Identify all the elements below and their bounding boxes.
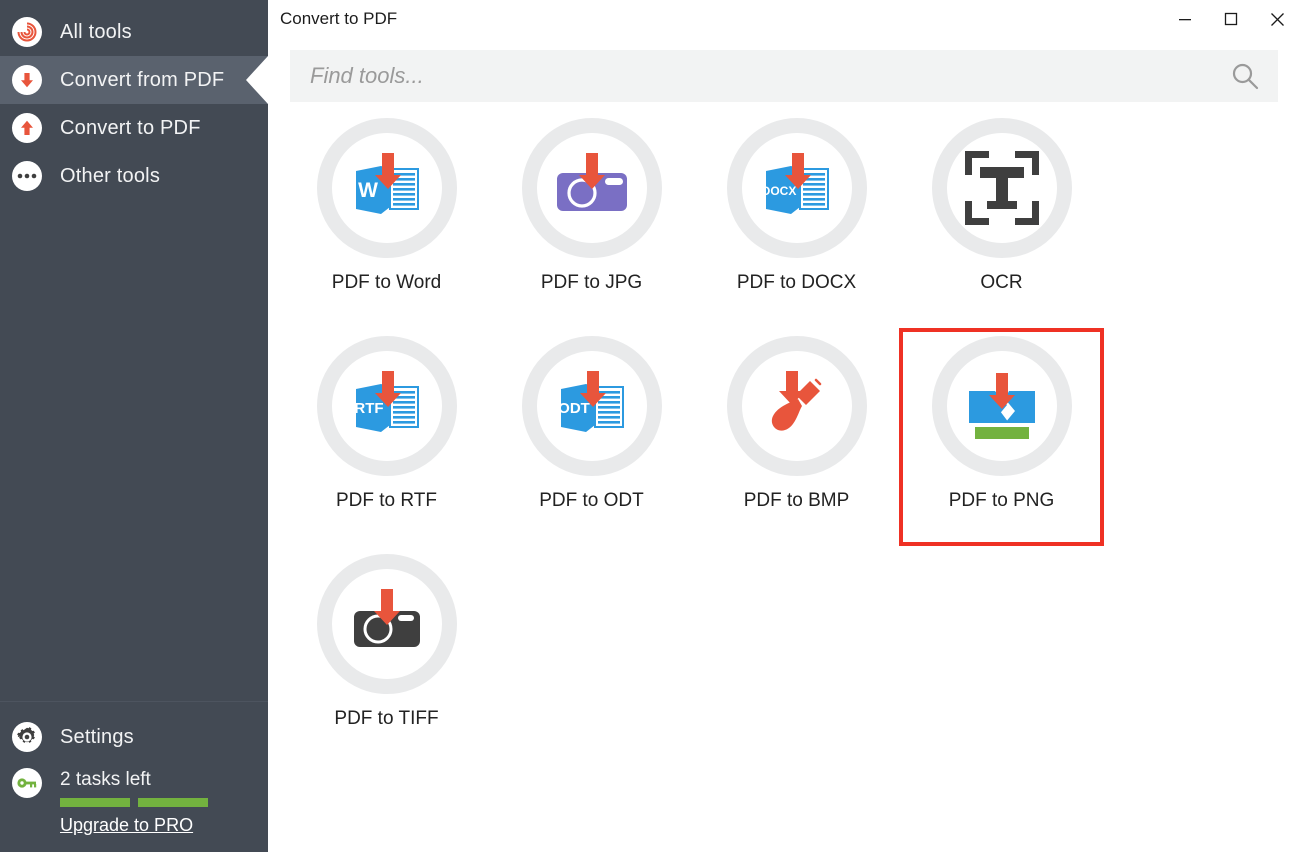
progress-segment [60, 798, 130, 807]
tools-grid: W PDF to Word PDF to JPG DOCX PDF to DOC… [268, 102, 1300, 852]
tool-tile-pdf-to-odt[interactable]: ODT PDF to ODT [489, 328, 694, 546]
tool-tile-pdf-to-jpg[interactable]: PDF to JPG [489, 110, 694, 328]
tool-icon-ring: DOCX [726, 118, 867, 258]
sidebar-item-settings[interactable]: Settings [0, 714, 268, 760]
upgrade-to-pro-link[interactable]: Upgrade to PRO [60, 815, 208, 836]
sidebar-item-label: Convert from PDF [60, 68, 225, 91]
tool-icon-ring [931, 336, 1072, 476]
tool-label: PDF to RTF [336, 490, 437, 511]
tasks-progress-bar [60, 798, 208, 807]
key-icon [12, 768, 42, 798]
tool-label: PDF to Word [331, 272, 442, 293]
active-pointer [246, 56, 268, 104]
tasks-text: 2 tasks left Upgrade to PRO [60, 768, 208, 836]
tool-icon-ring [316, 554, 457, 694]
close-button[interactable] [1254, 0, 1300, 38]
tool-tile-pdf-to-bmp[interactable]: PDF to BMP [694, 328, 899, 546]
svg-text:W: W [358, 179, 378, 202]
sidebar-nav: All tools Convert from PDF Convert to PD… [0, 0, 268, 200]
pdf-to-tiff-icon [344, 581, 430, 667]
main-panel: Convert to PDF Find tools... W PDF to Wo… [268, 0, 1300, 852]
window-controls [1162, 0, 1300, 38]
tool-tile-pdf-to-png[interactable]: PDF to PNG [899, 328, 1104, 546]
tool-label: PDF to PNG [948, 490, 1055, 511]
minimize-button[interactable] [1162, 0, 1208, 38]
arrow-down-icon [12, 65, 42, 95]
pdf-to-bmp-icon [754, 363, 840, 449]
sidebar-item-label: Convert to PDF [60, 116, 201, 139]
search-section [268, 38, 1300, 102]
ocr-icon [963, 149, 1041, 227]
sidebar: All tools Convert from PDF Convert to PD… [0, 0, 268, 852]
pdf-to-odt-icon: ODT [549, 363, 635, 449]
tool-icon-ring: ODT [521, 336, 662, 476]
window-title: Convert to PDF [280, 9, 398, 28]
tasks-section: 2 tasks left Upgrade to PRO [0, 768, 268, 836]
sidebar-item-label: Other tools [60, 164, 161, 187]
pdf-to-docx-icon: DOCX [754, 145, 840, 231]
tool-label: PDF to TIFF [334, 708, 439, 729]
tool-label: PDF to ODT [539, 490, 644, 511]
progress-segment [138, 798, 208, 807]
sidebar-item-other-tools[interactable]: Other tools [0, 152, 268, 200]
tool-label: PDF to JPG [540, 272, 643, 293]
pdf-to-png-icon [959, 363, 1045, 449]
tool-icon-ring: RTF [316, 336, 457, 476]
arrow-up-icon [12, 113, 42, 143]
tool-tile-pdf-to-rtf[interactable]: RTF PDF to RTF [284, 328, 489, 546]
tool-tile-pdf-to-tiff[interactable]: PDF to TIFF [284, 546, 489, 764]
tool-icon-ring [931, 118, 1072, 258]
sidebar-footer: Settings 2 tasks left Upgrade to PRO [0, 701, 268, 852]
title-bar: Convert to PDF [268, 0, 1300, 38]
tool-tile-ocr[interactable]: OCR [899, 110, 1104, 328]
tool-label: OCR [980, 272, 1023, 293]
pdf-to-rtf-icon: RTF [344, 363, 430, 449]
maximize-button[interactable] [1208, 0, 1254, 38]
search-input[interactable] [310, 63, 1230, 89]
tool-label: PDF to BMP [743, 490, 850, 511]
search-bar[interactable] [290, 50, 1278, 102]
pdf-to-jpg-icon [549, 145, 635, 231]
tool-icon-ring: W [316, 118, 457, 258]
tasks-left-label: 2 tasks left [60, 769, 151, 790]
gear-icon [12, 722, 42, 752]
svg-text:RTF: RTF [354, 400, 383, 417]
svg-text:DOCX: DOCX [761, 184, 796, 198]
spiral-icon [12, 17, 42, 47]
svg-text:ODT: ODT [558, 400, 590, 417]
tool-label: PDF to DOCX [736, 272, 857, 293]
ellipsis-icon [12, 161, 42, 191]
sidebar-item-label: All tools [60, 20, 132, 43]
sidebar-item-all-tools[interactable]: All tools [0, 8, 268, 56]
tool-tile-pdf-to-word[interactable]: W PDF to Word [284, 110, 489, 328]
tool-icon-ring [726, 336, 867, 476]
settings-label: Settings [60, 725, 134, 748]
pdf-to-word-icon: W [344, 145, 430, 231]
sidebar-item-convert-from-pdf[interactable]: Convert from PDF [0, 56, 268, 104]
search-icon[interactable] [1230, 61, 1260, 91]
application-window: All tools Convert from PDF Convert to PD… [0, 0, 1300, 852]
sidebar-item-convert-to-pdf[interactable]: Convert to PDF [0, 104, 268, 152]
tool-tile-pdf-to-docx[interactable]: DOCX PDF to DOCX [694, 110, 899, 328]
tool-icon-ring [521, 118, 662, 258]
